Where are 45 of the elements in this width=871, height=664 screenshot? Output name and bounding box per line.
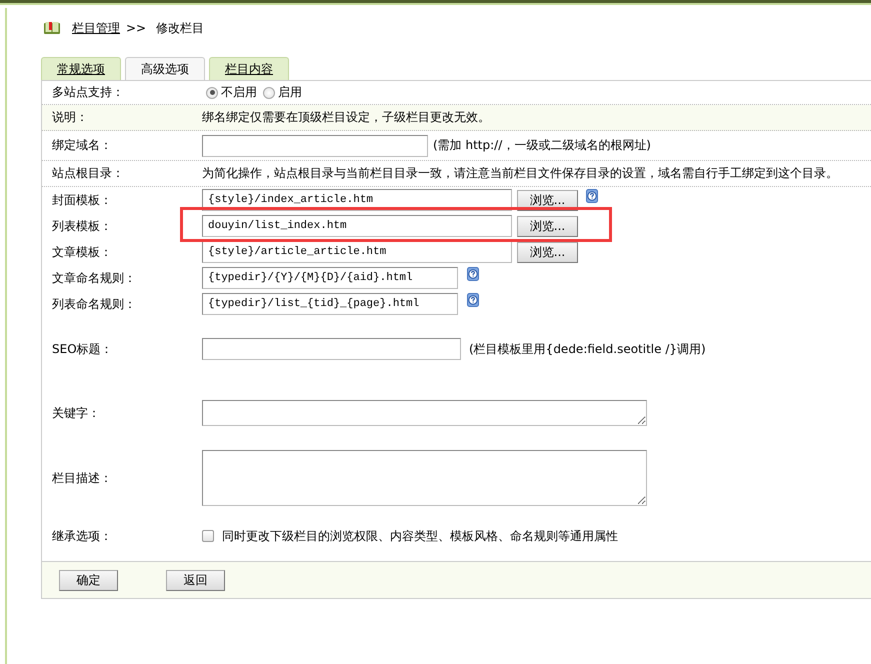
field-label: 列表命名规则： [52, 296, 137, 312]
radio-button[interactable] [206, 86, 218, 98]
text-field[interactable]: {style}/article_article.htm [202, 241, 512, 263]
help-icon[interactable] [586, 189, 598, 203]
radio-button[interactable] [263, 86, 275, 98]
checkbox-label: 同时更改下级栏目的浏览权限、内容类型、模板风格、命名规则等通用属性 [222, 528, 618, 544]
text-field[interactable] [202, 338, 461, 360]
help-icon[interactable] [467, 267, 479, 281]
field-label: 文章模板： [52, 244, 113, 260]
text-area[interactable] [202, 400, 647, 426]
tab[interactable]: 高级选项 [125, 57, 205, 80]
field-label: 说明： [52, 109, 89, 126]
text-field[interactable]: douyin/list_index.htm [202, 215, 512, 237]
form-button[interactable]: 确定 [59, 570, 118, 590]
text-field[interactable] [202, 134, 428, 156]
hint-text: (栏目模板里用{dede:field.seotitle /}调用) [469, 340, 706, 358]
field-label: 站点根目录： [52, 165, 125, 182]
field-label: 关键字： [52, 404, 101, 422]
field-label: 继承选项： [52, 528, 113, 544]
help-icon[interactable] [467, 293, 479, 307]
field-label: 栏目描述： [52, 470, 113, 486]
note-text: 为简化操作，站点根目录与当前栏目目录一致，请注意当前栏目文件保存目录的设置，域名需自行手工绑定到这个目录。 [202, 165, 838, 182]
field-label: 绑定域名： [52, 137, 113, 154]
breadcrumb-separator: >> [126, 21, 146, 35]
form-button[interactable]: 返回 [166, 570, 225, 590]
text-field[interactable]: {typedir}/{Y}/{M}{D}/{aid}.html [202, 267, 458, 289]
checkbox[interactable] [202, 530, 214, 542]
text-area[interactable] [202, 450, 647, 506]
tab[interactable]: 常规选项 [41, 57, 121, 80]
field-label: 列表模板： [52, 218, 113, 234]
browse-button[interactable]: 浏览... [517, 242, 578, 262]
tab[interactable]: 栏目内容 [209, 57, 289, 80]
radio-label: 不启用 [221, 84, 257, 101]
breadcrumb-link[interactable]: 栏目管理 [72, 20, 120, 36]
hint-text: (需加 http://，一级或二级域名的根网址) [433, 137, 651, 154]
browse-button[interactable]: 浏览... [517, 216, 578, 236]
book-icon [44, 22, 60, 34]
page-title: 修改栏目 [156, 20, 204, 36]
field-label: 文章命名规则： [52, 270, 137, 286]
radio-label: 启用 [278, 84, 302, 101]
field-label: SEO标题： [52, 340, 114, 358]
field-label: 封面模板： [52, 192, 113, 208]
text-field[interactable]: {typedir}/list_{tid}_{page}.html [202, 293, 458, 315]
field-label: 多站点支持： [52, 84, 125, 101]
note-text: 绑名绑定仅需要在顶级栏目设定，子级栏目更改无效。 [202, 109, 490, 126]
